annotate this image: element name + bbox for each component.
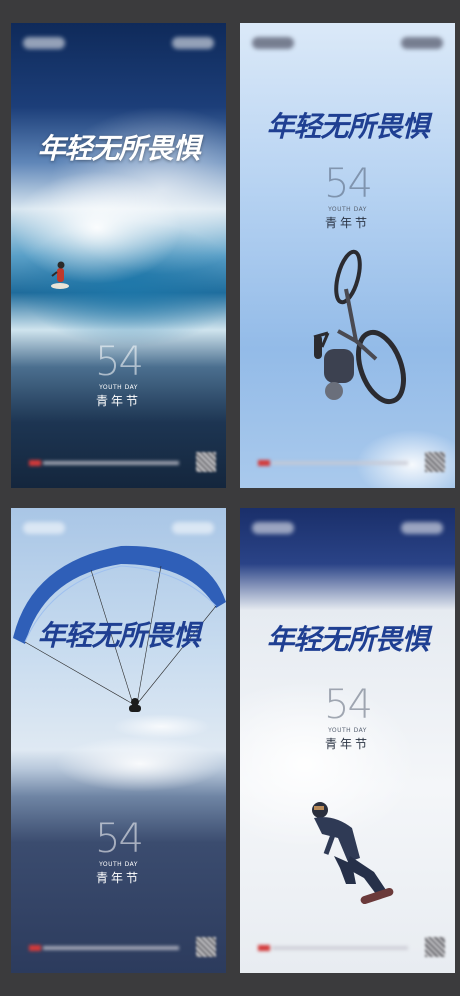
- youth-day-subtitle: YOUTH DAY: [328, 727, 367, 734]
- festival-label: 青年节: [95, 871, 141, 885]
- festival-label: 青年节: [95, 394, 141, 408]
- festival-label: 青年节: [324, 737, 370, 751]
- day-number: 54: [95, 816, 144, 862]
- brand-logo-blurred-right: [401, 522, 443, 534]
- footer-info-blurred: [29, 460, 179, 466]
- brand-logo-blurred-right: [401, 37, 443, 49]
- youth-day-mark: 54 YOUTH DAY 青年节: [11, 818, 226, 886]
- festival-label: 青年节: [324, 216, 370, 230]
- brand-logo-blurred-right: [172, 522, 214, 534]
- poster-title: 年轻无所畏惧: [37, 132, 200, 165]
- poster-snowboard[interactable]: 年轻无所畏惧 54 YOUTH DAY 青年节: [240, 508, 455, 973]
- youth-day-subtitle: YOUTH DAY: [99, 384, 138, 391]
- bike-rider-figure: [313, 249, 406, 405]
- brand-logo-blurred: [252, 37, 294, 49]
- poster-title: 年轻无所畏惧: [266, 623, 429, 656]
- surfer-figure: [51, 261, 69, 289]
- qr-code: [196, 937, 216, 957]
- footer-info-blurred: [29, 945, 179, 951]
- wave-background: [11, 23, 226, 488]
- poster-title: 年轻无所畏惧: [37, 619, 200, 652]
- youth-day-mark: 54 YOUTH DAY 青年节: [240, 684, 455, 752]
- youth-day-mark: 54 YOUTH DAY 青年节: [240, 163, 455, 231]
- qr-code: [425, 452, 445, 472]
- qr-code: [425, 937, 445, 957]
- brand-logo-blurred: [23, 37, 65, 49]
- footer-info-blurred: [258, 945, 408, 951]
- poster-paraglide[interactable]: 年轻无所畏惧 54 YOUTH DAY 青年节: [11, 508, 226, 973]
- poster-bike[interactable]: 年轻无所畏惧 54 YOUTH DAY 青年节: [240, 23, 455, 488]
- footer-info-blurred: [258, 460, 408, 466]
- youth-day-subtitle: YOUTH DAY: [328, 206, 367, 213]
- poster-surf[interactable]: 年轻无所畏惧 54 YOUTH DAY 青年节: [11, 23, 226, 488]
- snowboarder-figure: [312, 802, 394, 905]
- brand-logo-blurred: [23, 522, 65, 534]
- brand-logo-blurred-right: [172, 37, 214, 49]
- youth-day-subtitle: YOUTH DAY: [99, 861, 138, 868]
- poster-board: 年轻无所畏惧 54 YOUTH DAY 青年节 年轻无所畏惧 54 YOUTH …: [0, 0, 460, 996]
- qr-code: [196, 452, 216, 472]
- poster-title: 年轻无所畏惧: [266, 110, 429, 143]
- youth-day-mark: 54 YOUTH DAY 青年节: [11, 341, 226, 409]
- day-number: 54: [95, 339, 144, 385]
- day-number: 54: [324, 161, 373, 207]
- day-number: 54: [324, 682, 373, 728]
- brand-logo-blurred: [252, 522, 294, 534]
